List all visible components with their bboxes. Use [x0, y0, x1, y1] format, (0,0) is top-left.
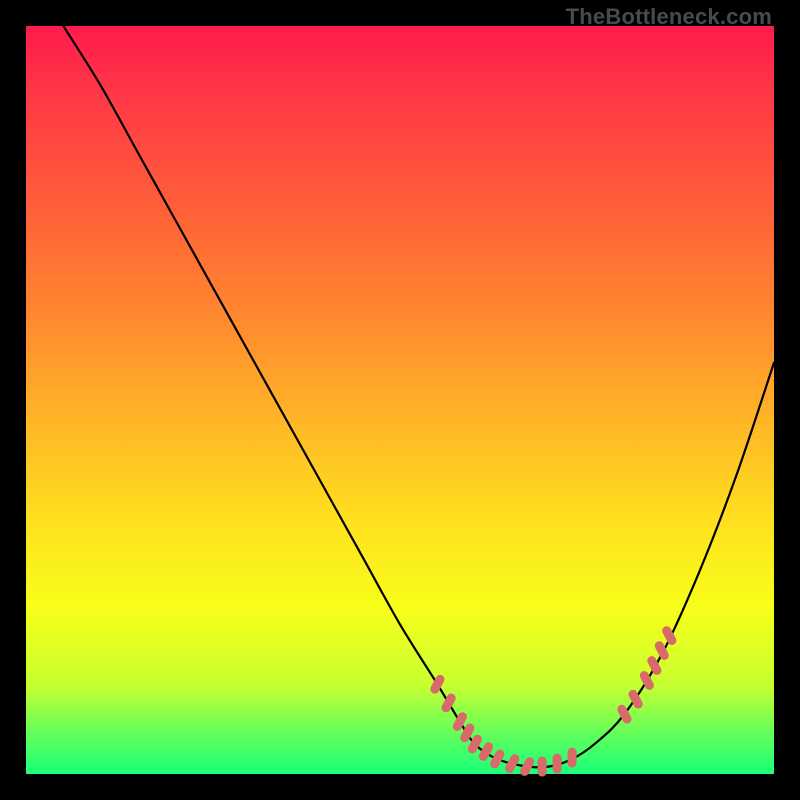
marker-layer	[429, 625, 678, 778]
curve-marker	[553, 754, 562, 774]
chart-svg	[26, 26, 774, 774]
curve-marker	[538, 757, 547, 777]
curve-marker	[568, 748, 577, 768]
curve-marker	[504, 753, 521, 775]
curve-marker	[440, 692, 457, 714]
curve-marker	[638, 670, 655, 692]
plot-area	[26, 26, 774, 774]
chart-frame: TheBottleneck.com	[0, 0, 800, 800]
